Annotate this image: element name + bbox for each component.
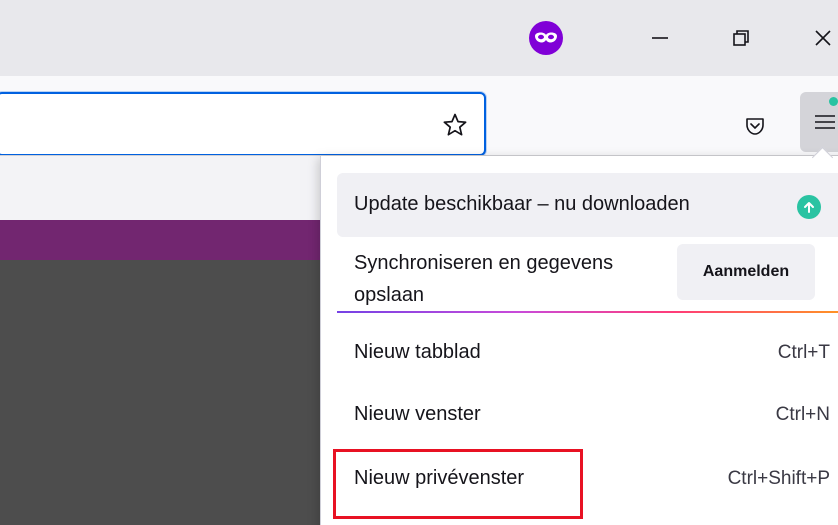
sign-in-button[interactable]: Aanmelden [677, 244, 815, 300]
hamburger-menu-icon [815, 115, 835, 129]
close-button[interactable] [800, 20, 838, 56]
sync-label: Synchroniseren en gegevens opslaan [354, 252, 614, 306]
menu-item-shortcut: Ctrl+N [775, 404, 830, 425]
restore-button[interactable] [718, 20, 764, 56]
highlight-box [333, 449, 583, 519]
page-body [0, 260, 320, 525]
arrow-up-circle-icon [797, 195, 821, 219]
minimize-icon [652, 37, 668, 39]
update-banner-label: Update beschikbaar – nu downloaden [354, 193, 690, 215]
menu-item-label: Nieuw venster [354, 403, 481, 425]
minimize-button[interactable] [637, 20, 683, 56]
account-separator [337, 311, 838, 313]
page-header-band [0, 220, 320, 260]
menu-item-shortcut: Ctrl+Shift+P [727, 468, 830, 489]
close-icon [815, 30, 831, 46]
menu-item-new-window[interactable]: Nieuw venster Ctrl+N [320, 389, 838, 445]
update-notification-dot [829, 97, 838, 106]
menu-item-shortcut: Ctrl+T [777, 342, 830, 363]
star-icon [443, 113, 467, 136]
pocket-button[interactable] [737, 108, 773, 144]
address-bar[interactable] [0, 92, 486, 156]
private-browsing-mask-icon [529, 21, 563, 55]
menu-item-label: Nieuw tabblad [354, 341, 481, 363]
restore-icon [733, 30, 749, 46]
title-bar [0, 0, 838, 76]
browser-window: Update beschikbaar – nu downloaden Synch… [0, 0, 838, 525]
bookmark-button[interactable] [436, 106, 474, 144]
pocket-icon [746, 118, 764, 135]
page-background [0, 156, 320, 220]
menu-item-new-tab[interactable]: Nieuw tabblad Ctrl+T [320, 327, 838, 383]
